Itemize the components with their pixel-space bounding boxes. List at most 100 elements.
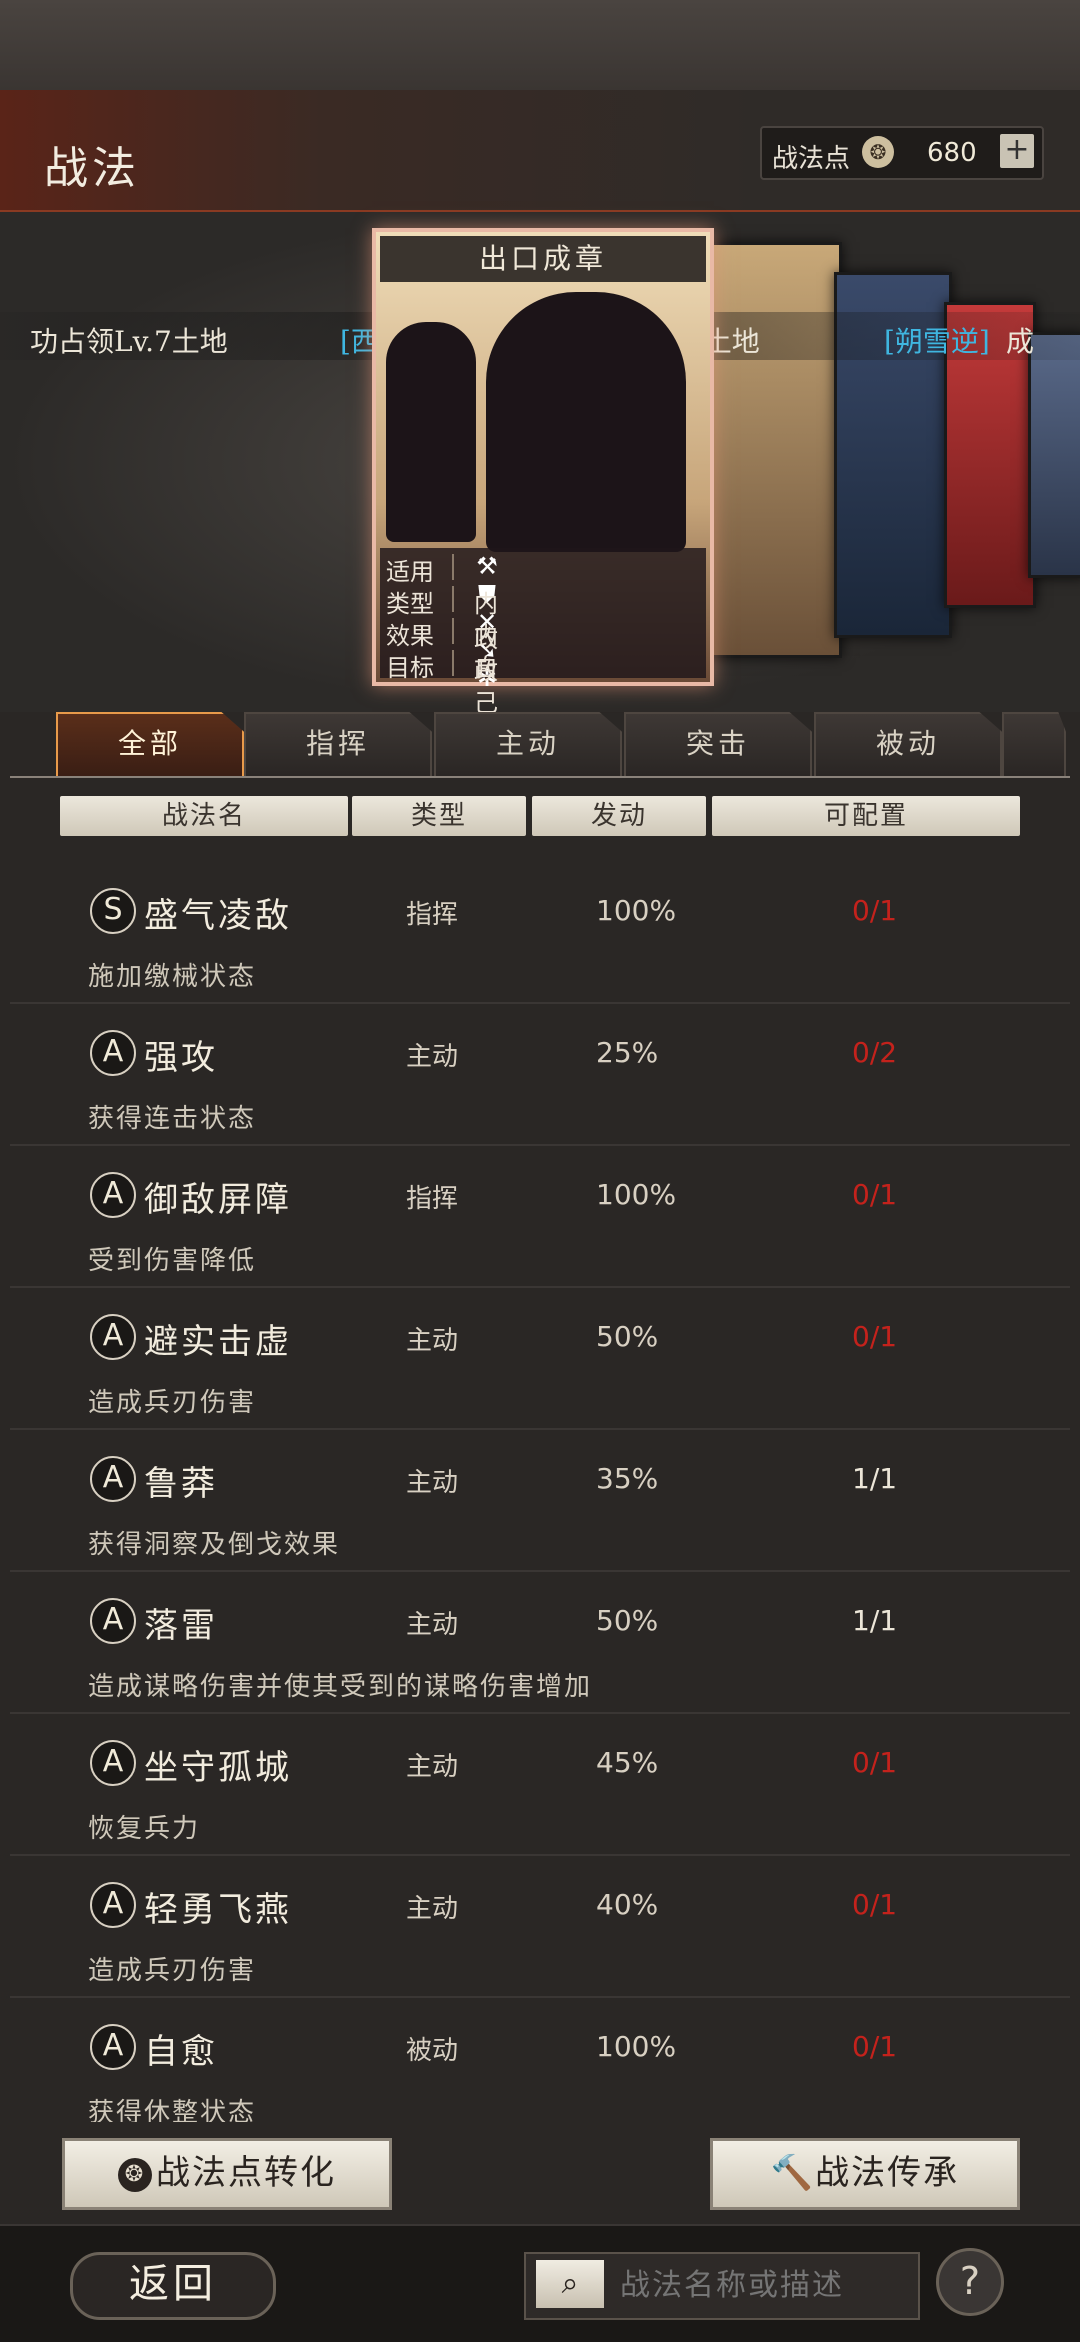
skill-type: 主动 bbox=[406, 1042, 459, 1072]
card-row-key: 类型 bbox=[386, 590, 434, 618]
side-card-4[interactable] bbox=[1028, 332, 1080, 578]
search-box: ⌕ bbox=[524, 2252, 920, 2320]
skill-row[interactable]: A 鲁莽 主动 35% 1/1 获得洞察及倒戈效果 bbox=[10, 1428, 1070, 1572]
tab-assault[interactable]: 突击 bbox=[624, 712, 812, 778]
search-input[interactable] bbox=[618, 2264, 912, 2306]
skill-list: S 盛气凌敌 指挥 100% 0/1 施加缴械状态 A 强攻 主动 25% 0/2 获得连击状态 A 御敌… bbox=[10, 860, 1070, 2122]
ticker-player-2[interactable]: [朔雪逆] bbox=[884, 320, 990, 360]
divider bbox=[452, 586, 454, 612]
selected-skill-card[interactable]: 出口成章 适用 ⚒⛊✕➘✲ 类型 内政 效果 内政 目标 自己 bbox=[372, 228, 714, 717]
skill-trigger-rate: 50% bbox=[596, 1604, 659, 1637]
skill-trigger-rate: 100% bbox=[596, 894, 677, 927]
skill-description: 恢复兵力 bbox=[88, 1814, 201, 1844]
card-title: 出口成章 bbox=[380, 236, 706, 282]
grade-badge: A bbox=[90, 1314, 136, 1360]
divider bbox=[452, 618, 454, 644]
card-artwork bbox=[386, 322, 476, 542]
card-row-key: 适用 bbox=[386, 558, 434, 586]
tab-passive[interactable]: 被动 bbox=[814, 712, 1002, 778]
inherit-skill-label: 战法传承 bbox=[815, 2153, 960, 2193]
skill-point-icon: ❂ bbox=[862, 136, 894, 168]
skill-row[interactable]: S 盛气凌敌 指挥 100% 0/1 施加缴械状态 bbox=[10, 860, 1070, 1004]
page-title: 战法 bbox=[44, 143, 140, 194]
back-button[interactable]: 返回 bbox=[70, 2252, 276, 2320]
skill-trigger-rate: 50% bbox=[596, 1320, 659, 1353]
skill-config-count: 0/1 bbox=[852, 1888, 898, 1921]
skill-config-count: 0/1 bbox=[852, 894, 898, 927]
skill-type: 主动 bbox=[406, 1326, 459, 1356]
grade-badge: S bbox=[90, 888, 136, 934]
skill-config-count: 1/1 bbox=[852, 1462, 898, 1495]
skill-points-label: 战法点 bbox=[772, 144, 851, 174]
skill-points-box: 战法点 ❂ 680 + bbox=[760, 126, 1044, 180]
search-icon[interactable]: ⌕ bbox=[536, 2260, 604, 2308]
skill-trigger-rate: 40% bbox=[596, 1888, 659, 1921]
skill-description: 造成谋略伤害并使其受到的谋略伤害增加 bbox=[88, 1672, 593, 1702]
tab-divider bbox=[10, 776, 1070, 778]
skill-name: 御敌屏障 bbox=[144, 1180, 292, 1220]
skill-type: 主动 bbox=[406, 1610, 459, 1640]
grade-badge: A bbox=[90, 1882, 136, 1928]
skill-row[interactable]: A 强攻 主动 25% 0/2 获得连击状态 bbox=[10, 1002, 1070, 1146]
convert-points-button[interactable]: ❂ 战法点转化 bbox=[62, 2138, 392, 2210]
ticker-text-1: 功占领Lv.7土地 bbox=[30, 325, 228, 358]
column-header-name[interactable]: 战法名 bbox=[60, 796, 348, 836]
skill-config-count: 0/1 bbox=[852, 2030, 898, 2063]
skill-row[interactable]: A 自愈 被动 100% 0/1 获得休整状态 bbox=[10, 1996, 1070, 2122]
inherit-skill-button[interactable]: 🔨战法传承 bbox=[710, 2138, 1020, 2210]
grade-badge: A bbox=[90, 1172, 136, 1218]
card-info-panel: 适用 ⚒⛊✕➘✲ 类型 内政 效果 内政 目标 自己 bbox=[380, 548, 706, 717]
skill-type: 指挥 bbox=[406, 1184, 459, 1214]
card-row-key: 目标 bbox=[386, 654, 434, 682]
skill-row[interactable]: A 避实击虚 主动 50% 0/1 造成兵刃伤害 bbox=[10, 1286, 1070, 1430]
skill-row[interactable]: A 御敌屏障 指挥 100% 0/1 受到伤害降低 bbox=[10, 1144, 1070, 1288]
skill-points-value: 680 bbox=[927, 138, 977, 168]
skill-type: 被动 bbox=[406, 2036, 459, 2066]
grade-badge: A bbox=[90, 1456, 136, 1502]
skill-type: 指挥 bbox=[406, 900, 459, 930]
ticker-text-3: 成 bbox=[1006, 325, 1035, 358]
skill-trigger-rate: 35% bbox=[596, 1462, 659, 1495]
skill-trigger-rate: 100% bbox=[596, 1178, 677, 1211]
axe-icon: ⚒ bbox=[476, 552, 498, 580]
skill-description: 受到伤害降低 bbox=[88, 1246, 257, 1276]
grade-badge: A bbox=[90, 1030, 136, 1076]
tab-active[interactable]: 主动 bbox=[434, 712, 622, 778]
column-header-trigger[interactable]: 发动 bbox=[532, 796, 706, 836]
skill-description: 获得休整状态 bbox=[88, 2098, 257, 2122]
skill-name: 鲁莽 bbox=[144, 1464, 218, 1504]
top-decoration bbox=[0, 0, 1080, 90]
convert-points-label: 战法点转化 bbox=[156, 2153, 336, 2193]
column-header-type[interactable]: 类型 bbox=[352, 796, 526, 836]
skill-row[interactable]: A 坐守孤城 主动 45% 0/1 恢复兵力 bbox=[10, 1712, 1070, 1856]
skill-name: 自愈 bbox=[144, 2032, 218, 2072]
tab-all[interactable]: 全部 bbox=[56, 712, 244, 778]
filter-tabs: 全部 指挥 主动 突击 被动 bbox=[0, 712, 1080, 778]
skill-name: 轻勇飞燕 bbox=[144, 1890, 292, 1930]
tab-more[interactable] bbox=[1002, 712, 1066, 778]
skill-name: 避实击虚 bbox=[144, 1322, 292, 1362]
skill-type: 主动 bbox=[406, 1752, 459, 1782]
skill-trigger-rate: 25% bbox=[596, 1036, 659, 1069]
skill-trigger-rate: 100% bbox=[596, 2030, 677, 2063]
skill-config-count: 0/1 bbox=[852, 1178, 898, 1211]
divider bbox=[452, 650, 454, 676]
column-header-config[interactable]: 可配置 bbox=[712, 796, 1020, 836]
skill-row[interactable]: A 轻勇飞燕 主动 40% 0/1 造成兵刃伤害 bbox=[10, 1854, 1070, 1998]
skill-trigger-rate: 45% bbox=[596, 1746, 659, 1779]
divider bbox=[452, 554, 454, 580]
add-points-button[interactable]: + bbox=[1000, 134, 1034, 168]
help-button[interactable]: ? bbox=[936, 2248, 1004, 2316]
skill-description: 造成兵刃伤害 bbox=[88, 1956, 257, 1986]
skill-description: 获得洞察及倒戈效果 bbox=[88, 1530, 341, 1560]
skill-row[interactable]: A 落雷 主动 50% 1/1 造成谋略伤害并使其受到的谋略伤害增加 bbox=[10, 1570, 1070, 1714]
skill-config-count: 0/2 bbox=[852, 1036, 898, 1069]
card-row-value: 自己 bbox=[474, 654, 498, 717]
tab-command[interactable]: 指挥 bbox=[244, 712, 432, 778]
grade-badge: A bbox=[90, 1598, 136, 1644]
skill-showcase: 功占领Lv.7土地 [西柚渣渣辉] 成功占领Lv.7土地 [朔雪逆] 成 出口成… bbox=[0, 212, 1080, 717]
skill-description: 造成兵刃伤害 bbox=[88, 1388, 257, 1418]
skill-point-icon: ❂ bbox=[118, 2158, 152, 2192]
skill-description: 获得连击状态 bbox=[88, 1104, 257, 1134]
skill-name: 落雷 bbox=[144, 1606, 218, 1646]
